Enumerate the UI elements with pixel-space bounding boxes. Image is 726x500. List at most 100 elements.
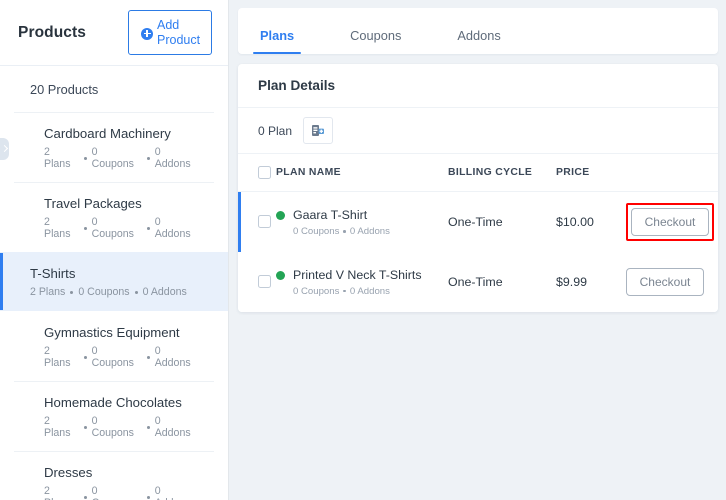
product-item-addons: 0 Addons	[154, 146, 191, 170]
product-item-meta: 2 Plans 0 Coupons 0 Addons	[44, 415, 198, 439]
plan-coupons: 0 Coupons	[293, 225, 340, 237]
tab-addons-label: Addons	[457, 28, 501, 43]
sidebar-collapse-chevron-icon[interactable]	[0, 138, 9, 160]
product-item-plans: 2 Plans	[44, 345, 71, 369]
plan-sub-meta: 0 Coupons 0 Addons	[293, 226, 390, 237]
bullet-icon	[70, 290, 74, 294]
status-active-icon	[276, 210, 285, 220]
product-item-plans: 2 Plans	[44, 146, 71, 170]
table-row[interactable]: Gaara T-Shirt 0 Coupons 0 Addons One-Tim…	[238, 191, 718, 252]
sidebar-header: Products Add Product	[0, 0, 228, 66]
billing-cycle-value: One-Time	[448, 274, 503, 289]
product-item-plans: 2 Plans	[44, 415, 71, 439]
tab-addons[interactable]: Addons	[453, 28, 504, 54]
row-checkbox[interactable]	[258, 274, 271, 288]
row-name-cell: Gaara T-Shirt 0 Coupons 0 Addons	[276, 191, 448, 252]
checkout-button[interactable]: Checkout	[626, 267, 704, 296]
column-price: PRICE	[556, 154, 626, 192]
list-item[interactable]: Gymnastics Equipment 2 Plans 0 Coupons 0…	[14, 311, 214, 381]
product-item-addons: 0 Addons	[142, 286, 187, 298]
bullet-icon	[83, 495, 87, 499]
product-item-meta: 2 Plans 0 Coupons 0 Addons	[30, 286, 212, 298]
column-action	[626, 154, 718, 192]
plus-circle-icon	[141, 27, 153, 40]
product-item-coupons: 0 Coupons	[91, 146, 134, 170]
bullet-icon	[83, 355, 87, 359]
add-product-button[interactable]: Add Product	[128, 10, 212, 55]
product-list: Cardboard Machinery 2 Plans 0 Coupons 0 …	[0, 112, 228, 500]
plan-details-card: Plan Details 0 Plan PLAN NAME BILLING CY…	[238, 64, 718, 312]
table-header-row: PLAN NAME BILLING CYCLE PRICE	[238, 154, 718, 192]
bullet-icon	[83, 425, 87, 429]
column-billing-cycle: BILLING CYCLE	[448, 154, 556, 192]
product-item-name: Gymnastics Equipment	[44, 325, 180, 340]
bullet-icon	[343, 230, 346, 233]
product-item-coupons: 0 Coupons	[91, 216, 134, 240]
list-item[interactable]: Dresses 2 Plans 0 Coupons 0 Addons	[14, 451, 214, 500]
plan-addons: 0 Addons	[349, 225, 390, 237]
row-checkbox[interactable]	[258, 215, 271, 229]
bullet-icon	[146, 495, 150, 499]
product-item-addons: 0 Addons	[154, 216, 191, 240]
plan-count-label: 0 Plan	[258, 123, 293, 138]
product-item-meta: 2 Plans 0 Coupons 0 Addons	[44, 485, 198, 500]
price-value: $9.99	[556, 274, 588, 289]
product-count: 20 Products	[0, 66, 228, 112]
plans-table: PLAN NAME BILLING CYCLE PRICE Gaara T-Sh…	[238, 154, 718, 312]
tab-coupons-label: Coupons	[350, 28, 402, 43]
bullet-icon	[146, 355, 150, 359]
checkout-button-label: Checkout	[639, 274, 691, 289]
product-item-meta: 2 Plans 0 Coupons 0 Addons	[44, 216, 198, 240]
product-item-plans: 2 Plans	[30, 286, 66, 298]
export-file-icon[interactable]	[303, 117, 334, 144]
product-item-name: Travel Packages	[44, 196, 142, 211]
plan-sub-meta: 0 Coupons 0 Addons	[293, 286, 422, 297]
table-body: Gaara T-Shirt 0 Coupons 0 Addons One-Tim…	[238, 191, 718, 312]
row-billing-cycle-cell: One-Time	[448, 251, 556, 312]
row-billing-cycle-cell: One-Time	[448, 191, 556, 252]
select-all-checkbox[interactable]	[258, 166, 271, 179]
row-select-cell	[238, 191, 276, 252]
plan-toolbar: 0 Plan	[238, 108, 718, 154]
bullet-icon	[83, 226, 87, 230]
checkout-highlight-box: Checkout	[626, 202, 714, 241]
product-item-plans: 2 Plans	[44, 216, 71, 240]
checkout-button[interactable]: Checkout	[631, 207, 709, 236]
row-price-cell: $10.00	[556, 191, 626, 252]
row-name-cell: Printed V Neck T-Shirts 0 Coupons 0 Addo…	[276, 251, 448, 312]
product-item-coupons: 0 Coupons	[91, 345, 134, 369]
tab-coupons[interactable]: Coupons	[346, 28, 405, 54]
status-active-icon	[276, 270, 285, 280]
plan-coupons: 0 Coupons	[293, 285, 340, 297]
product-item-name: Dresses	[44, 465, 93, 480]
list-item[interactable]: Travel Packages 2 Plans 0 Coupons 0 Addo…	[14, 182, 214, 252]
table-header: PLAN NAME BILLING CYCLE PRICE	[238, 154, 718, 192]
bullet-icon	[83, 156, 87, 160]
products-sidebar: Products Add Product 20 Products Cardboa…	[0, 0, 228, 500]
row-action-cell: Checkout	[626, 191, 718, 252]
tab-plans[interactable]: Plans	[252, 28, 302, 54]
list-item-selected[interactable]: T-Shirts 2 Plans 0 Coupons 0 Addons	[0, 252, 228, 311]
product-item-plans: 2 Plans	[44, 485, 71, 500]
bullet-icon	[146, 226, 150, 230]
row-select-cell	[238, 251, 276, 312]
table-row[interactable]: Printed V Neck T-Shirts 0 Coupons 0 Addo…	[238, 251, 718, 312]
product-count-label: 20 Products	[30, 81, 99, 97]
main-content: Plans Coupons Addons Plan Details 0 Plan	[228, 0, 726, 500]
plan-name: Printed V Neck T-Shirts	[293, 267, 422, 282]
tab-plans-label: Plans	[260, 28, 295, 43]
bullet-icon	[146, 425, 150, 429]
bullet-icon	[146, 156, 150, 160]
plan-details-title: Plan Details	[238, 64, 718, 108]
list-item[interactable]: Cardboard Machinery 2 Plans 0 Coupons 0 …	[14, 112, 214, 182]
product-item-addons: 0 Addons	[154, 415, 191, 439]
billing-cycle-value: One-Time	[448, 214, 503, 229]
product-item-name: T-Shirts	[30, 266, 76, 281]
bullet-icon	[343, 289, 346, 293]
list-item[interactable]: Homemade Chocolates 2 Plans 0 Coupons 0 …	[14, 381, 214, 451]
add-product-button-label: Add Product	[157, 17, 201, 47]
price-value: $10.00	[556, 214, 594, 229]
product-item-coupons: 0 Coupons	[91, 415, 134, 439]
page-title: Products	[18, 23, 86, 41]
row-price-cell: $9.99	[556, 251, 626, 312]
